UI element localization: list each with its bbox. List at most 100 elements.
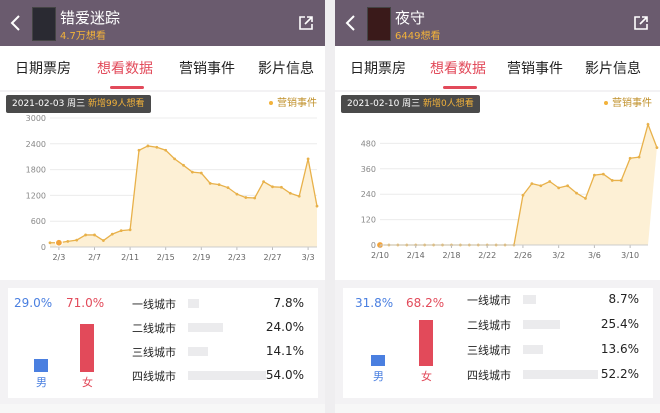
tab-want-data[interactable]: 想看数据 <box>97 58 153 78</box>
data-point <box>110 232 114 236</box>
want-trend-chart[interactable]: 0 120 240 360 480 2/10 2/14 2/18 2/22 2/26 3/2 3/6 3… <box>335 112 660 280</box>
y-tick-label: 240 <box>361 190 376 199</box>
data-point <box>182 163 185 167</box>
demographics-card: 31.8% 68.2% 男 女 一线城市 8.7% 二线城市 25.4% 三线城市 13.… <box>343 288 653 398</box>
city-tier-bar <box>523 295 536 304</box>
tab-marketing-events[interactable]: 营销事件 <box>179 58 235 78</box>
female-label: 女 <box>421 370 432 383</box>
x-tick-label: 2/10 <box>371 251 389 260</box>
x-tick-label: 2/27 <box>264 253 282 262</box>
y-tick-label: 120 <box>361 216 376 225</box>
chart-legend[interactable]: 营销事件 <box>604 94 652 109</box>
tooltip-text: 新增0人想看 <box>423 99 474 109</box>
data-point <box>306 157 310 161</box>
selected-point-marker <box>55 238 63 247</box>
city-tier-bar <box>188 371 266 380</box>
share-icon[interactable] <box>297 14 315 32</box>
data-point <box>539 184 543 188</box>
y-tick-label: 480 <box>361 139 376 148</box>
data-point <box>48 241 52 245</box>
x-tick-label: 2/19 <box>192 253 210 262</box>
data-point <box>93 233 96 237</box>
city-tier-percent: 52.2% <box>600 367 639 381</box>
movie-poster <box>32 7 56 41</box>
x-tick-label: 3/6 <box>588 251 601 260</box>
data-point <box>280 185 283 189</box>
city-tier-name: 二线城市 <box>132 322 176 335</box>
tab-daily-box-office[interactable]: 日期票房 <box>350 58 406 78</box>
city-tier-bar <box>523 320 560 329</box>
want-trend-chart[interactable]: 0 600 1200 1800 2400 3000 2/3 2/7 2/11 2/15 2/19 2/… <box>0 112 325 280</box>
data-point <box>575 191 578 195</box>
y-tick-label: 600 <box>31 217 46 226</box>
y-tick-label: 360 <box>361 165 376 174</box>
tab-want-data[interactable]: 想看数据 <box>430 58 486 78</box>
tooltip-date: 2021-02-03 周三 <box>12 99 86 109</box>
data-point <box>619 179 623 182</box>
data-point <box>155 145 159 149</box>
x-tick-label: 3/2 <box>552 251 565 260</box>
female-percent: 68.2% <box>406 296 445 310</box>
x-tick-label: 3/3 <box>302 253 315 262</box>
data-point <box>84 233 87 237</box>
legend-label: 营销事件 <box>612 98 652 109</box>
area-fill <box>380 124 657 245</box>
tab-film-info[interactable]: 影片信息 <box>585 58 641 78</box>
data-point <box>271 185 274 189</box>
city-tier-name: 四线城市 <box>132 370 176 383</box>
data-point <box>208 181 212 185</box>
data-point <box>128 228 132 232</box>
movie-panel-right: 夜守 6449想看 日期票房 想看数据 营销事件 影片信息 0 120 240 360… <box>335 0 660 413</box>
city-tier-bar <box>188 347 209 356</box>
city-tier-name: 一线城市 <box>132 298 176 311</box>
header-bar: 夜守 6449想看 <box>335 0 660 46</box>
data-point <box>610 179 614 182</box>
chart-card: 0 120 240 360 480 2/10 2/14 2/18 2/22 2/26 3/2 3/6 3… <box>335 92 660 280</box>
city-tier-bar <box>188 299 200 308</box>
tab-daily-box-office[interactable]: 日期票房 <box>15 58 71 78</box>
male-bar <box>34 358 48 372</box>
share-icon[interactable] <box>632 14 650 32</box>
city-tier-percent: 13.6% <box>600 342 639 356</box>
x-tick-label: 2/26 <box>514 251 532 260</box>
want-count: 6449想看 <box>395 31 441 42</box>
y-tick-label: 1800 <box>26 166 46 175</box>
x-tick-label: 2/15 <box>157 253 175 262</box>
data-point <box>253 196 257 200</box>
x-tick-label: 2/23 <box>228 253 246 262</box>
y-tick-label: 0 <box>41 243 46 252</box>
active-tab-underline <box>443 86 477 89</box>
city-tier-percent: 24.0% <box>265 320 304 334</box>
x-tick-label: 2/14 <box>407 251 425 260</box>
movie-panel-left: 错爱迷踪 4.7万想看 日期票房 想看数据 营销事件 影片信息 0 600 1200… <box>0 0 325 413</box>
active-tab-underline <box>110 86 144 89</box>
data-point <box>655 146 659 150</box>
movie-title: 错爱迷踪 <box>60 9 121 27</box>
want-count: 4.7万想看 <box>60 31 106 42</box>
data-point <box>593 173 596 177</box>
y-tick-label: 0 <box>371 241 376 250</box>
x-tick-label: 2/11 <box>121 253 139 262</box>
data-point <box>235 192 239 196</box>
tab-bar: 日期票房 想看数据 营销事件 影片信息 <box>335 46 660 90</box>
data-point <box>637 155 641 159</box>
data-point <box>646 122 650 126</box>
tab-marketing-events[interactable]: 营销事件 <box>507 58 563 78</box>
chart-legend[interactable]: 营销事件 <box>269 94 317 109</box>
female-percent: 71.0% <box>66 296 105 310</box>
data-point <box>297 194 301 198</box>
city-tier-percent: 14.1% <box>265 344 304 358</box>
back-arrow-icon[interactable] <box>9 14 23 32</box>
tab-film-info[interactable]: 影片信息 <box>258 58 314 78</box>
city-tier-name: 一线城市 <box>467 294 511 307</box>
data-point <box>226 186 230 190</box>
y-tick-label: 2400 <box>26 140 46 149</box>
data-point <box>315 204 319 208</box>
chart-card: 0 600 1200 1800 2400 3000 2/3 2/7 2/11 2/15 2/19 2/… <box>0 92 325 280</box>
back-arrow-icon[interactable] <box>344 14 358 32</box>
data-point <box>530 182 534 186</box>
data-point <box>173 157 177 161</box>
bottom-strip <box>335 404 660 413</box>
bottom-strip <box>0 404 325 413</box>
data-point <box>66 240 70 243</box>
